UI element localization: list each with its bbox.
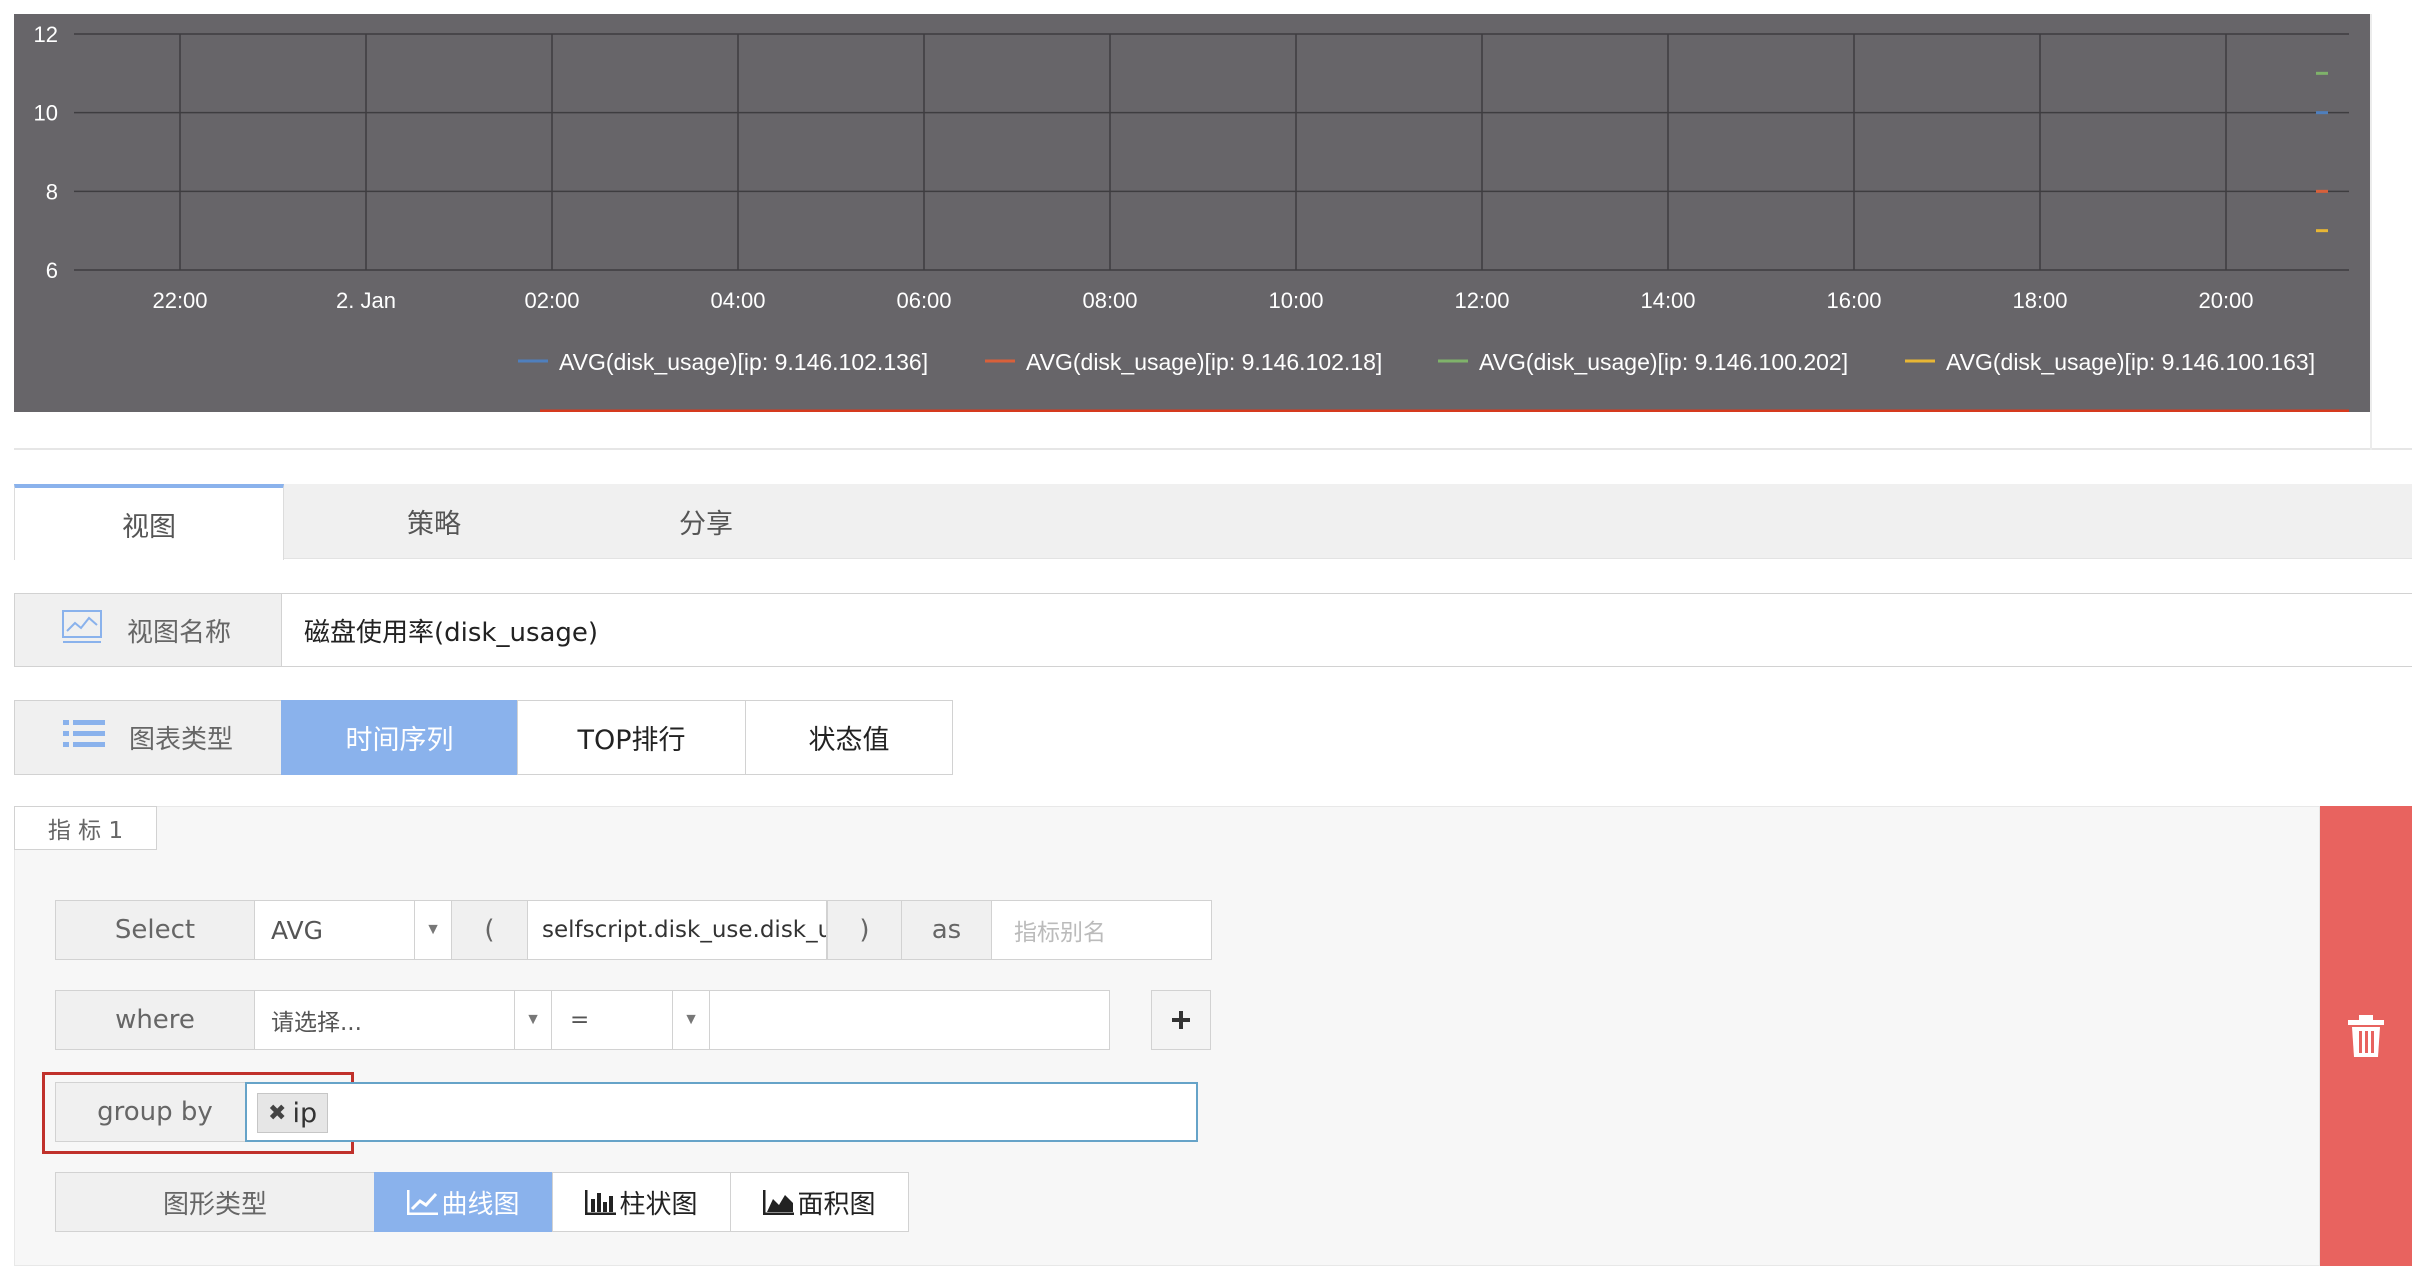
x-tick-label: 04:00 <box>710 288 765 313</box>
add-condition-button[interactable] <box>1151 990 1211 1050</box>
delete-metric-button[interactable] <box>2320 806 2412 1266</box>
y-tick-label: 12 <box>34 22 58 47</box>
graph-type-bar-button[interactable]: 柱状图 <box>552 1172 731 1232</box>
as-label-text: as <box>931 915 962 945</box>
chart-type-timeseries-button[interactable]: 时间序列 <box>281 700 518 775</box>
y-tick-label: 6 <box>46 258 58 283</box>
legend-item-4: AVG(disk_usage)[ip: 9.146.100.163] <box>1946 349 2315 375</box>
tab-policy[interactable]: 策略 <box>299 484 569 559</box>
where-field-select[interactable]: 请选择... ▼ <box>254 990 552 1050</box>
x-tick-label: 08:00 <box>1082 288 1137 313</box>
graph-type-area-label: 面积图 <box>797 1189 876 1220</box>
x-tick-label: 16:00 <box>1826 288 1881 313</box>
open-paren: ( <box>451 900 528 960</box>
x-tick-label: 12:00 <box>1454 288 1509 313</box>
chevron-down-icon[interactable]: ▼ <box>672 991 709 1049</box>
metric-input[interactable]: selfscript.disk_use.disk_usage <box>527 900 827 960</box>
graph-type-line-button[interactable]: 曲线图 <box>374 1172 553 1232</box>
where-operator-value: = <box>570 1007 590 1033</box>
graph-type-area-button[interactable]: 面积图 <box>730 1172 909 1232</box>
x-tick-label: 18:00 <box>2012 288 2067 313</box>
select-label: Select <box>55 900 255 960</box>
chart-bottom-divider <box>14 448 2412 450</box>
y-tick-label: 10 <box>34 101 58 126</box>
graph-type-label: 图形类型 <box>55 1172 375 1232</box>
tab-share[interactable]: 分享 <box>571 484 841 559</box>
x-tick-label: 14:00 <box>1640 288 1695 313</box>
select-label-text: Select <box>114 915 196 945</box>
where-label: where <box>55 990 255 1050</box>
graph-type-label-text: 图形类型 <box>162 1189 267 1220</box>
legend-item-1: AVG(disk_usage)[ip: 9.146.102.136] <box>559 349 928 375</box>
x-tick-label: 10:00 <box>1268 288 1323 313</box>
group-by-tag: ✖ ip <box>257 1093 329 1133</box>
tab-view[interactable]: 视图 <box>14 484 284 560</box>
group-by-label: group by <box>55 1082 255 1142</box>
chart-type-status-button[interactable]: 状态值 <box>745 700 953 775</box>
x-tick-label: 06:00 <box>896 288 951 313</box>
legend-item-3: AVG(disk_usage)[ip: 9.146.100.202] <box>1479 349 1848 375</box>
close-paren-text: ) <box>859 915 870 945</box>
bar-chart-icon <box>585 1190 617 1215</box>
view-name-label-cell: 视图名称 <box>14 593 282 667</box>
chart-type-label-cell: 图表类型 <box>14 700 282 775</box>
x-tick-label: 22:00 <box>152 288 207 313</box>
view-name-value: 磁盘使用率(disk_usage) <box>304 617 599 648</box>
where-label-text: where <box>115 1005 195 1035</box>
line-chart-icon <box>407 1190 439 1215</box>
chart-type-label: 图表类型 <box>129 725 234 755</box>
x-tick-label: 02:00 <box>524 288 579 313</box>
x-tick-label: 2. Jan <box>336 288 396 313</box>
close-paren: ) <box>827 900 902 960</box>
view-name-label: 视图名称 <box>127 617 232 648</box>
area-chart-icon <box>763 1190 795 1215</box>
list-icon <box>63 718 105 757</box>
chevron-down-icon[interactable]: ▼ <box>414 901 451 959</box>
as-label: as <box>901 900 992 960</box>
group-by-input[interactable]: ✖ ip <box>245 1082 1198 1142</box>
y-tick-label: 8 <box>46 179 58 204</box>
close-icon[interactable]: ✖ <box>268 1100 286 1126</box>
metric-title: 指 标 1 <box>14 806 157 850</box>
line-chart: 12 10 8 6 22:00 2. Jan 02:00 04:00 06:00 08:00 10:… <box>34 22 2349 412</box>
plus-icon <box>1172 1011 1190 1029</box>
tab-bar: 视图 策略 分享 <box>14 484 2412 560</box>
chart-type-top-button[interactable]: TOP排行 <box>517 700 746 775</box>
image-icon <box>61 609 103 652</box>
alias-input[interactable]: 指标别名 <box>991 900 1212 960</box>
metric-input-value: selfscript.disk_use.disk_usage <box>542 917 826 943</box>
open-paren-text: ( <box>484 915 495 945</box>
chart-panel: 12 10 8 6 22:00 2. Jan 02:00 04:00 06:00 08:00 10:… <box>14 14 2370 412</box>
chart-right-divider <box>2370 14 2372 450</box>
metric-title-text: 指 标 1 <box>47 818 124 844</box>
where-field-placeholder: 请选择... <box>271 1010 362 1036</box>
aggregation-value: AVG <box>271 915 323 945</box>
trash-icon <box>2348 1015 2384 1057</box>
group-by-tag-text: ip <box>292 1097 318 1129</box>
graph-type-bar-label: 柱状图 <box>619 1189 698 1220</box>
x-tick-label: 20:00 <box>2198 288 2253 313</box>
graph-type-line-label: 曲线图 <box>441 1189 520 1220</box>
legend-item-2: AVG(disk_usage)[ip: 9.146.102.18] <box>1026 349 1382 375</box>
aggregation-select[interactable]: AVG ▼ <box>254 900 452 960</box>
where-value-input[interactable] <box>709 990 1110 1050</box>
chevron-down-icon[interactable]: ▼ <box>514 991 551 1049</box>
view-name-input[interactable]: 磁盘使用率(disk_usage) <box>281 593 2412 667</box>
group-by-label-text: group by <box>97 1097 213 1127</box>
alias-placeholder: 指标别名 <box>1014 920 1106 946</box>
where-operator-select[interactable]: = ▼ <box>551 990 710 1050</box>
